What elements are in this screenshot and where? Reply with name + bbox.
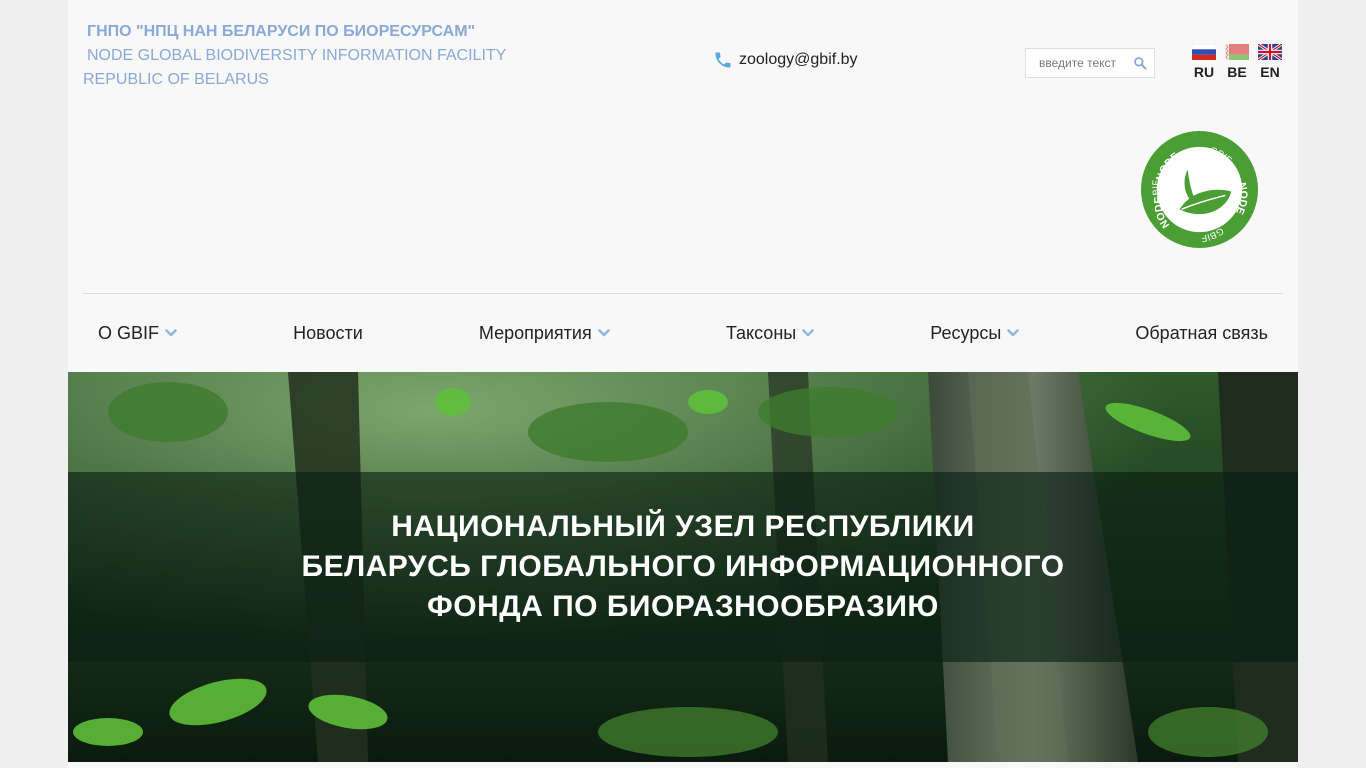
uk-flag-icon: [1258, 44, 1282, 60]
org-line-1: ГНПО "НПЦ НАН БЕЛАРУСИ ПО БИОРЕСУРСАМ": [87, 23, 476, 40]
phone-icon: [713, 50, 733, 70]
nav-label-taxa: Таксоны: [725, 322, 797, 343]
lang-be-label: BE: [1227, 64, 1247, 80]
lang-en[interactable]: EN: [1258, 44, 1282, 80]
search-button[interactable]: [1126, 49, 1154, 77]
nav-label-resources: Ресурсы: [930, 322, 1002, 343]
page: ГНПО "НПЦ НАН БЕЛАРУСИ ПО БИОРЕСУРСАМ" N…: [68, 0, 1298, 768]
language-switcher: RU BE EN: [1192, 44, 1282, 80]
chevron-down-icon: [165, 329, 177, 337]
organization-name: ГНПО "НПЦ НАН БЕЛАРУСИ ПО БИОРЕСУРСАМ" N…: [83, 20, 506, 92]
nav-item-feedback[interactable]: Обратная связь: [1135, 323, 1268, 344]
nav-item-about[interactable]: О GBIF: [98, 323, 177, 344]
chevron-down-icon: [802, 329, 814, 337]
hero-title-line-2: БЕЛАРУСЬ ГЛОБАЛЬНОГО ИНФОРМАЦИОННОГО: [301, 550, 1065, 583]
hero-title-band: НАЦИОНАЛЬНЫЙ УЗЕЛ РЕСПУБЛИКИ БЕЛАРУСЬ ГЛ…: [68, 472, 1298, 662]
main-navigation: О GBIF Новости Мероприятия Таксоны Ресур…: [83, 294, 1283, 372]
nav-label-feedback: Обратная связь: [1135, 322, 1268, 343]
nav-label-news: Новости: [293, 322, 363, 343]
nav-item-resources[interactable]: Ресурсы: [930, 322, 1020, 344]
search-icon: [1134, 57, 1147, 70]
lang-ru[interactable]: RU: [1192, 44, 1216, 80]
hero-title-line-3: ФОНДА ПО БИОРАЗНООБРАЗИЮ: [427, 590, 939, 623]
nav-item-taxa[interactable]: Таксоны: [726, 323, 814, 344]
hero-title: НАЦИОНАЛЬНЫЙ УЗЕЛ РЕСПУБЛИКИ БЕЛАРУСЬ ГЛ…: [273, 507, 1093, 627]
lang-en-label: EN: [1260, 64, 1280, 80]
chevron-down-icon: [1007, 329, 1020, 337]
chevron-down-icon: [597, 329, 610, 337]
lang-be[interactable]: BE: [1225, 44, 1249, 80]
search-input[interactable]: [1026, 49, 1126, 77]
nav-item-events[interactable]: Мероприятия: [479, 323, 610, 344]
search-box: [1025, 48, 1155, 78]
belarus-flag-icon: [1225, 44, 1249, 60]
nav-item-news[interactable]: Новости: [293, 323, 363, 344]
nav-label-about: О GBIF: [98, 322, 160, 343]
email-link[interactable]: zoology@gbif.by: [739, 51, 858, 69]
org-line-2: NODE GLOBAL BIODIVERSITY INFORMATION FAC…: [87, 47, 507, 64]
org-line-3: REPUBLIC OF BELARUS: [83, 71, 269, 88]
contact-email[interactable]: zoology@gbif.by: [713, 50, 858, 70]
nav-label-events: Мероприятия: [478, 322, 592, 343]
hero-title-line-1: НАЦИОНАЛЬНЫЙ УЗЕЛ РЕСПУБЛИКИ: [391, 510, 975, 543]
gbif-node-logo[interactable]: NODE GBIF NODE GBIF NODE GBIF: [1140, 130, 1259, 249]
lang-ru-label: RU: [1193, 64, 1215, 80]
hero-banner: НАЦИОНАЛЬНЫЙ УЗЕЛ РЕСПУБЛИКИ БЕЛАРУСЬ ГЛ…: [68, 372, 1298, 762]
russia-flag-icon: [1192, 44, 1216, 60]
